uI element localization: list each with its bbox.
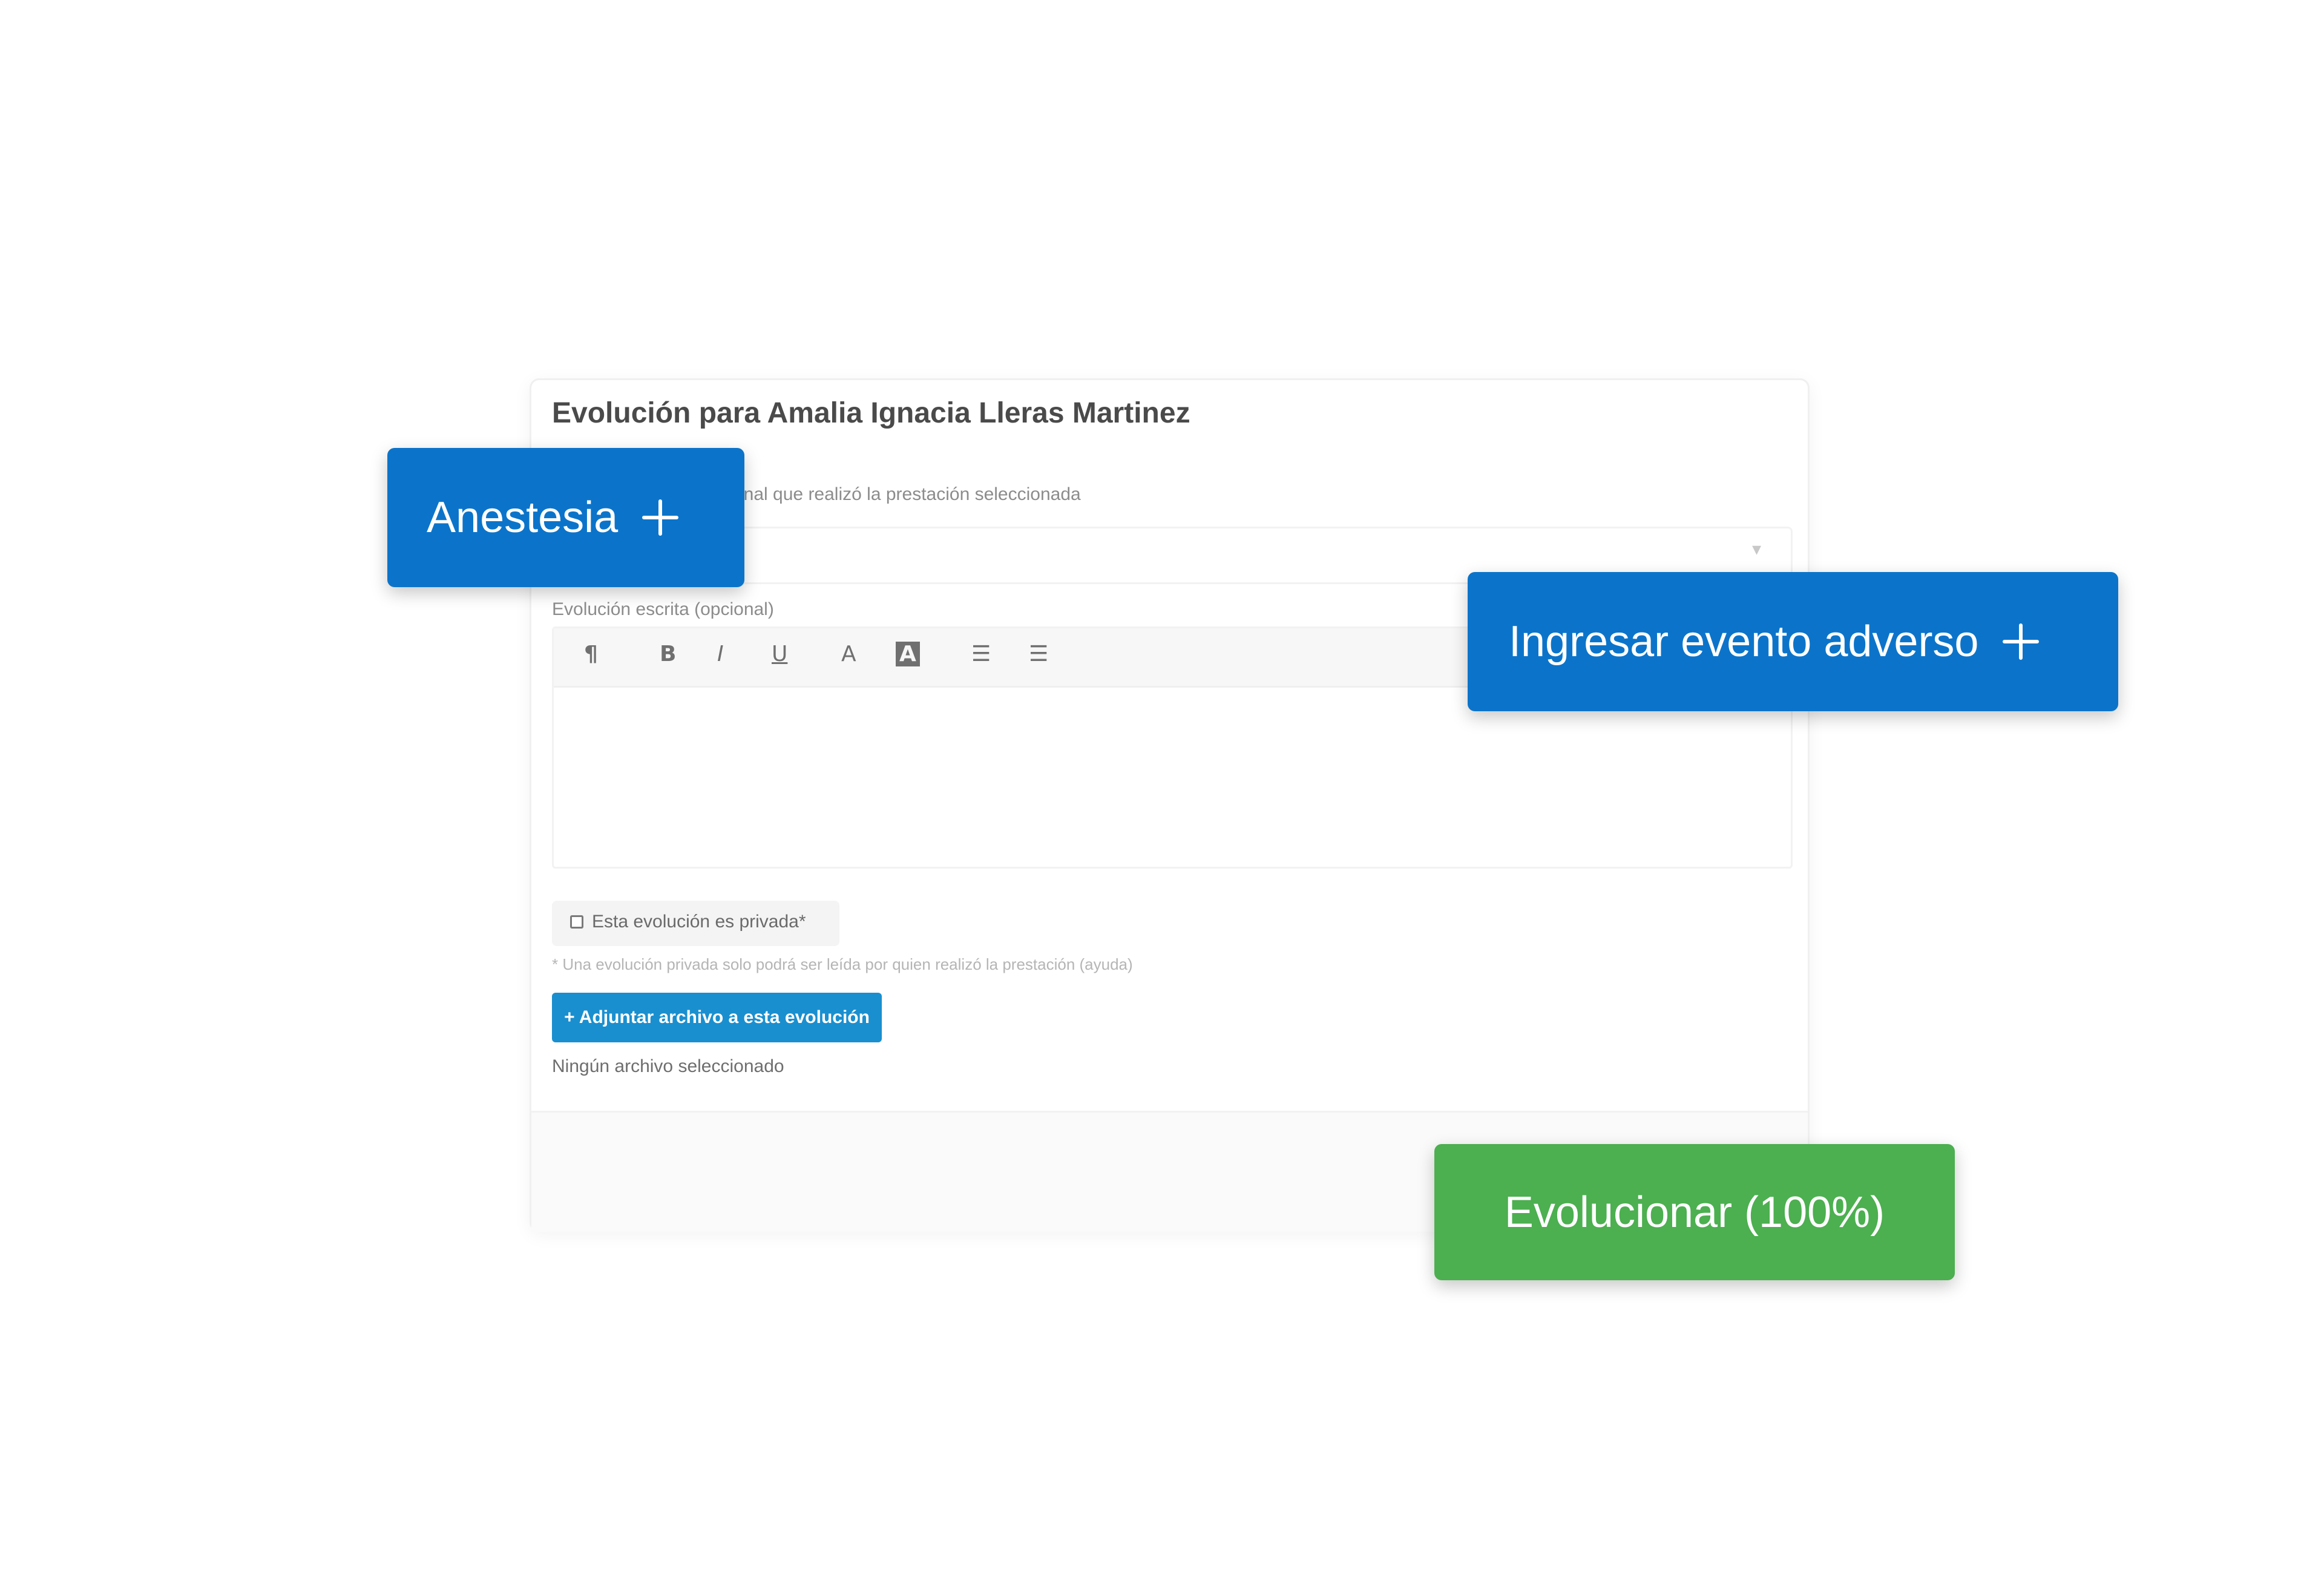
professional-label: onal que realizó la prestación seleccion… — [734, 484, 1081, 504]
evolve-button-label: Evolucionar (100%) — [1504, 1188, 1885, 1237]
evolve-button[interactable]: Evolucionar (100%) — [1434, 1144, 1955, 1280]
anesthesia-button[interactable]: Anestesia — [387, 448, 744, 587]
private-note: * Una evolución privada solo podrá ser l… — [552, 955, 1133, 973]
plus-icon — [2003, 623, 2040, 660]
bold-icon[interactable]: B — [660, 642, 676, 666]
plus-icon — [642, 499, 679, 536]
written-evolution-label: Evolución escrita (opcional) — [552, 599, 774, 619]
private-checkbox[interactable] — [570, 915, 583, 929]
numbered-list-icon[interactable]: ☰ — [1029, 642, 1048, 666]
no-file-text: Ningún archivo seleccionado — [552, 1056, 784, 1076]
private-checkbox-label: Esta evolución es privada* — [592, 912, 806, 932]
adverse-event-button-label: Ingresar evento adverso — [1509, 617, 1979, 666]
card-title: Evolución para Amalia Ignacia Lleras Mar… — [552, 397, 1190, 429]
font-color-icon[interactable]: A — [841, 642, 856, 666]
paragraph-style-icon[interactable]: ¶ — [584, 642, 598, 666]
underline-icon[interactable]: U — [772, 642, 787, 666]
chevron-down-icon[interactable]: ▾ — [1752, 539, 1761, 560]
italic-icon[interactable]: I — [717, 642, 724, 666]
highlight-color-icon[interactable]: A — [896, 642, 920, 666]
add-adverse-event-button[interactable]: Ingresar evento adverso — [1468, 572, 2118, 711]
attach-file-button[interactable]: + Adjuntar archivo a esta evolución — [552, 993, 882, 1042]
bullet-list-icon[interactable]: ☰ — [971, 642, 991, 666]
anesthesia-button-label: Anestesia — [427, 493, 619, 542]
